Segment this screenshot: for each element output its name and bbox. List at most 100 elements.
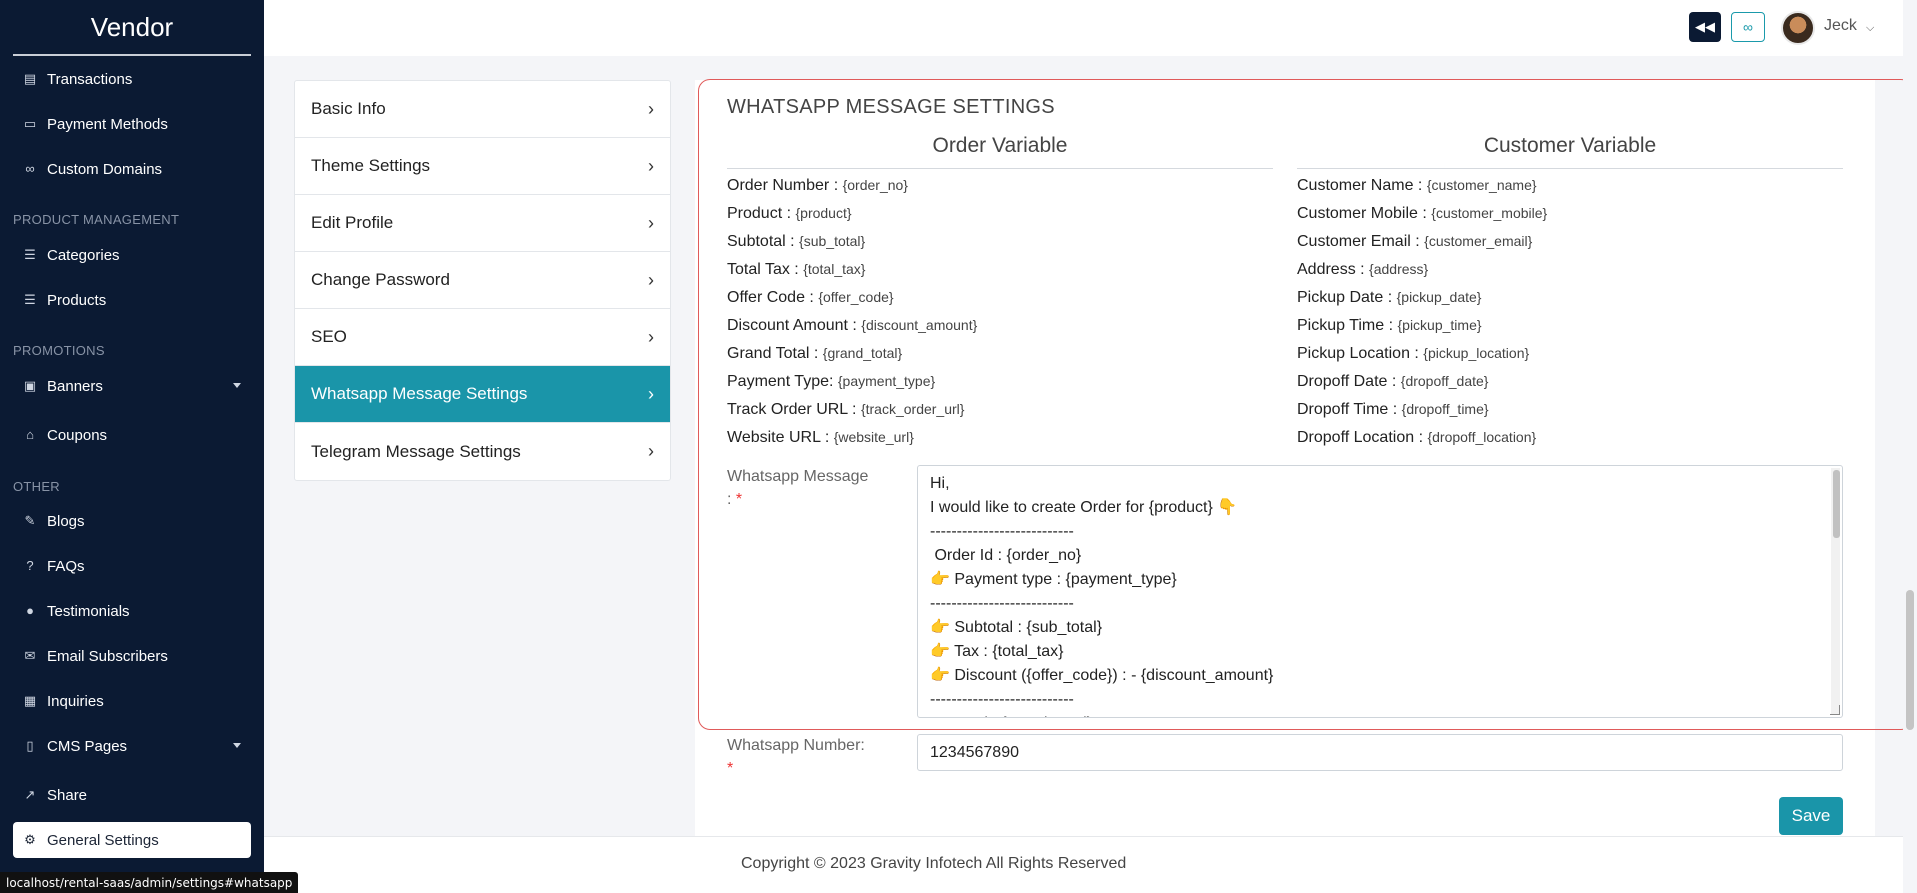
section-label-product: PRODUCT MANAGEMENT [13,212,180,227]
chevron-right-icon: › [648,441,654,461]
address-book-icon: ▦ [23,693,37,708]
variable-label: Subtotal : [727,233,800,250]
settings-menu-whatsapp-message-settings[interactable]: Whatsapp Message Settings › [295,366,670,423]
sidebar-item-label: Testimonials [47,602,130,620]
variable-line: Dropoff Date : {dropoff_date} [1297,373,1488,391]
variable-label: Dropoff Location : [1297,429,1428,446]
variable-label: Offer Code : [727,289,819,306]
variable-code: {dropoff_time} [1401,401,1489,417]
variable-line: Dropoff Location : {dropoff_location} [1297,429,1536,447]
sidebar-item-products[interactable]: ☰ Products [13,282,251,318]
variable-code: {sub_total} [799,233,866,249]
resize-handle-icon[interactable] [1830,705,1840,715]
variable-line: Website URL : {website_url} [727,429,914,447]
gear-icon: ⚙ [24,832,36,847]
variable-code: {address} [1369,261,1429,277]
variable-label: Total Tax : [727,261,804,278]
sidebar-item-coupons[interactable]: ⌂ Coupons [13,417,251,453]
sidebar-item-inquiries[interactable]: ▦ Inquiries [13,683,251,719]
settings-menu-label: SEO [311,327,347,346]
card-title: WHATSAPP MESSAGE SETTINGS [727,96,1055,118]
sidebar-item-categories[interactable]: ☰ Categories [13,237,251,273]
status-bar-url: localhost/rental-saas/admin/settings#wha… [0,872,299,893]
sidebar: Vendor ▤ Transactions ▭ Payment Methods … [0,0,264,893]
money-icon: ▭ [23,116,37,131]
chevron-right-icon: › [648,383,654,404]
message-line: 👉 Tax : {total_tax} [930,643,1064,660]
variable-label: Track Order URL : [727,401,861,418]
sidebar-item-testimonials[interactable]: ● Testimonials [13,593,251,629]
sidebar-item-banners[interactable]: ▣ Banners [13,368,251,404]
variable-line: Address : {address} [1297,261,1428,279]
variable-label: Order Number : [727,177,843,194]
variable-code: {total_tax} [803,261,866,277]
variable-label: Customer Name : [1297,177,1427,194]
sidebar-item-faqs[interactable]: ? FAQs [13,548,251,584]
variable-line: Customer Mobile : {customer_mobile} [1297,205,1547,223]
required-mark: * [735,491,743,508]
top-bar [264,0,1917,56]
sidebar-item-email-subscribers[interactable]: ✉ Email Subscribers [13,638,251,674]
sidebar-item-blogs[interactable]: ✎ Blogs [13,503,251,539]
chevron-right-icon: › [648,212,654,233]
sidebar-item-general-settings[interactable]: ⚙ General Settings [13,822,251,858]
settings-menu-edit-profile[interactable]: Edit Profile › [295,195,670,252]
sidebar-item-label: General Settings [47,831,159,849]
whatsapp-number-input[interactable]: 1234567890 [917,734,1843,771]
variable-label: Discount Amount : [727,317,862,334]
sidebar-item-label: Transactions [47,70,133,88]
list-icon: ☰ [24,247,36,262]
avatar[interactable] [1781,11,1815,45]
link-icon: ∞ [25,161,35,176]
variable-code: {grand_total} [822,345,903,361]
sidebar-item-cms-pages[interactable]: ▯ CMS Pages [13,728,251,764]
page-scroll-thumb[interactable] [1906,590,1914,730]
sidebar-item-label: Products [47,291,107,309]
settings-menu-label: Whatsapp Message Settings [311,384,528,403]
settings-menu-label: Theme Settings [311,156,431,175]
sidebar-item-custom-domains[interactable]: ∞ Custom Domains [13,151,251,187]
whatsapp-number-label-text: Whatsapp Number: [727,737,865,754]
variable-label: Customer Mobile : [1297,205,1432,222]
variable-code: {customer_mobile} [1431,205,1548,221]
sidebar-item-label: Email Subscribers [47,647,168,665]
settings-menu-change-password[interactable]: Change Password › [295,252,670,309]
settings-menu-telegram-message-settings[interactable]: Telegram Message Settings › [295,423,670,480]
sidebar-item-transactions[interactable]: ▤ Transactions [13,61,251,97]
variable-code: {pickup_time} [1397,317,1482,333]
message-line: I would like to create Order for {produc… [930,499,1238,516]
page-scrollbar[interactable] [1903,0,1917,893]
sidebar-item-label: FAQs [47,557,85,575]
variable-line: Order Number : {order_no} [727,177,908,195]
variable-line: Payment Type: {payment_type} [727,373,935,391]
user-name[interactable]: Jeck [1824,17,1857,35]
chevron-down-icon[interactable]: ⌵ [1866,22,1874,35]
section-label-promotions: PROMOTIONS [13,343,105,358]
message-line: --------------------------- [930,691,1074,708]
settings-menu: Basic Info › Theme Settings › Edit Profi… [294,80,671,481]
variable-code: {order_no} [842,177,908,193]
chevron-right-icon: › [648,269,654,290]
collapse-sidebar-button[interactable]: ◀◀ [1689,12,1721,42]
whatsapp-message-textarea[interactable]: Hi, I would like to create Order for {pro… [917,465,1843,718]
sidebar-item-label: Custom Domains [47,160,163,178]
save-button[interactable]: Save [1779,797,1843,835]
link-button[interactable]: ∞ [1731,12,1765,42]
settings-menu-basic-info[interactable]: Basic Info › [295,81,670,138]
settings-menu-label: Edit Profile [311,213,394,232]
settings-menu-seo[interactable]: SEO › [295,309,670,366]
chevron-right-icon: › [648,326,654,347]
settings-menu-theme-settings[interactable]: Theme Settings › [295,138,670,195]
caret-down-icon [233,383,241,388]
sidebar-item-share[interactable]: ↗ Share [13,777,251,813]
variable-label: Pickup Time : [1297,317,1398,334]
variable-line: Dropoff Time : {dropoff_time} [1297,401,1489,419]
sidebar-item-payment-methods[interactable]: ▭ Payment Methods [13,106,251,142]
message-line: Order Id : {order_no} [930,547,1082,564]
variable-label: Pickup Location : [1297,345,1424,362]
message-lines: Hi, I would like to create Order for {pro… [918,472,1273,717]
list-icon: ☰ [24,292,36,307]
order-variable-heading: Order Variable [727,134,1273,169]
textarea-scroll-thumb[interactable] [1833,470,1840,538]
variable-label: Dropoff Time : [1297,401,1402,418]
